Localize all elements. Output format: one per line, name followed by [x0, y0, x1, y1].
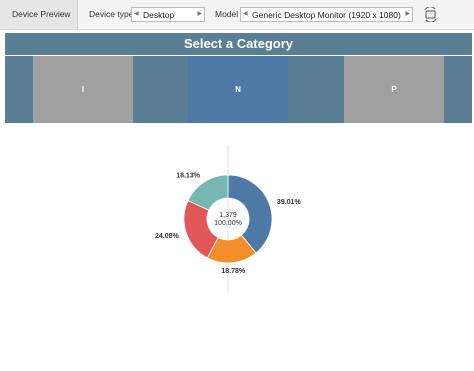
- model-label: Model: [215, 9, 239, 19]
- category-tile-n[interactable]: N: [188, 56, 288, 123]
- device-type-select[interactable]: ◀ Desktop ▶: [131, 7, 205, 22]
- model-value: Generic Desktop Monitor (1920 x 1080): [252, 10, 401, 20]
- category-title-bar: Select a Category: [5, 33, 472, 55]
- caret-left-icon: ◀: [134, 11, 139, 17]
- donut-slice-label: 39.01%: [277, 199, 302, 206]
- dashboard-title: Select a Category: [183, 36, 294, 51]
- caret-right-icon: ▶: [197, 11, 202, 17]
- category-tile-label: N: [235, 85, 241, 94]
- category-tile-label: P: [391, 85, 397, 94]
- device-preview-tab[interactable]: Device Preview: [0, 0, 78, 29]
- donut-slice-label: 24.08%: [155, 233, 180, 240]
- donut-chart: 1,379 100.00% 39.01% 18.78% 24.08% 18.13%: [155, 145, 302, 293]
- donut-slice-label: 18.78%: [221, 268, 246, 275]
- center-total: 1,379: [219, 212, 237, 219]
- rotate-device-icon[interactable]: [423, 6, 438, 23]
- donut-slice-label: 18.13%: [176, 173, 201, 180]
- category-tile-label: I: [81, 85, 85, 94]
- device-preview-toolbar: Device Preview Device type ◀ Desktop ▶ M…: [0, 0, 474, 30]
- device-preview-label: Device Preview: [12, 9, 71, 19]
- model-select[interactable]: ◀ Generic Desktop Monitor (1920 x 1080) …: [240, 7, 413, 22]
- caret-left-icon: ◀: [243, 11, 248, 17]
- center-percent: 100.00%: [214, 220, 242, 227]
- device-type-value: Desktop: [143, 10, 175, 20]
- caret-right-icon: ▶: [405, 11, 410, 17]
- donut-chart-area: 1,379 100.00% 39.01% 18.78% 24.08% 18.13%: [0, 125, 474, 366]
- category-tile-p[interactable]: P: [344, 56, 444, 123]
- category-filter-strip: I N P: [5, 56, 472, 123]
- category-tile-i[interactable]: I: [33, 56, 133, 123]
- device-type-label: Device type: [89, 9, 134, 19]
